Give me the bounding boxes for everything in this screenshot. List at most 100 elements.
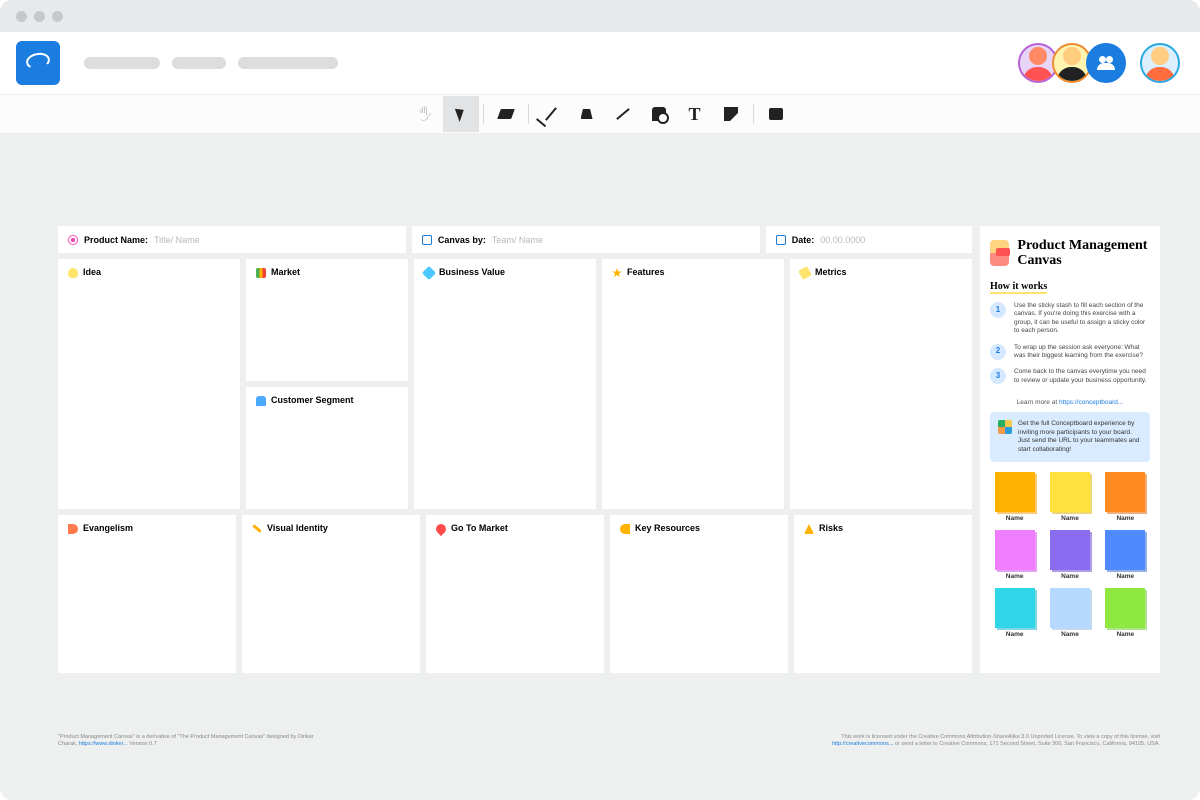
cell-market[interactable]: Market — [246, 259, 408, 381]
canvas-row-2: Evangelism Visual Identity Go To Market … — [58, 515, 972, 673]
key-icon — [620, 524, 630, 534]
people-small-icon — [256, 396, 266, 406]
sticky-4[interactable]: Name — [990, 530, 1039, 580]
sticky-7[interactable]: Name — [990, 588, 1039, 638]
pen-icon — [545, 107, 557, 121]
sticky-8[interactable]: Name — [1045, 588, 1094, 638]
canvas-header-row: Product Name: Title/ Name Canvas by: Tea… — [58, 226, 972, 253]
sticky-6[interactable]: Name — [1101, 530, 1150, 580]
toolbar-divider — [528, 104, 529, 124]
gem-icon — [422, 266, 436, 280]
text-icon: T — [688, 104, 700, 125]
doc-icon — [422, 235, 432, 245]
tool-hand[interactable] — [407, 96, 443, 132]
eraser-icon — [497, 109, 515, 119]
tool-shape[interactable] — [641, 96, 677, 132]
cell-key-resources[interactable]: Key Resources — [610, 515, 788, 673]
line-icon — [616, 108, 630, 120]
shape-icon — [652, 107, 666, 121]
field-date[interactable]: Date: 00.00.0000 — [766, 226, 972, 253]
sparkle-icon — [68, 235, 78, 245]
window-close-dot[interactable] — [16, 11, 27, 22]
sticky-palette: Name Name Name Name Name Name Name Name … — [990, 472, 1150, 638]
footer-right-link[interactable]: http://creativecommons... — [832, 741, 893, 747]
window-min-dot[interactable] — [34, 11, 45, 22]
step-3: 3Come back to the canvas everytime you n… — [990, 368, 1150, 385]
cell-business-value[interactable]: Business Value — [414, 259, 596, 509]
warning-icon — [804, 524, 814, 534]
canvas-logo-icon — [990, 240, 1009, 266]
step-2: 2To wrap up the session ask everyone: Wh… — [990, 344, 1150, 361]
cell-metrics[interactable]: Metrics — [790, 259, 972, 509]
cell-customer-segment[interactable]: Customer Segment — [246, 387, 408, 509]
canvas-row-1: Idea Market Customer Segment Business Va… — [58, 259, 972, 509]
window-max-dot[interactable] — [52, 11, 63, 22]
field-product-name[interactable]: Product Name: Title/ Name — [58, 226, 406, 253]
app-header — [0, 32, 1200, 94]
sidebar-header: Product Management Canvas — [990, 238, 1150, 269]
calendar-icon — [776, 235, 786, 245]
step-1: 1Use the sticky stash to fill each secti… — [990, 302, 1150, 336]
cursor-icon — [454, 106, 466, 122]
pin-icon — [434, 522, 448, 536]
toolbar-divider — [483, 104, 484, 124]
cell-risks[interactable]: Risks — [794, 515, 972, 673]
how-it-works-heading: How it works — [990, 281, 1047, 294]
toolbar: T — [0, 94, 1200, 134]
cell-market-split: Market Customer Segment — [246, 259, 408, 509]
tool-eraser[interactable] — [488, 96, 524, 132]
title-bar — [0, 0, 1200, 32]
avatar-current-user[interactable] — [1140, 43, 1180, 83]
tool-pen[interactable] — [533, 96, 569, 132]
tool-text[interactable]: T — [677, 96, 713, 132]
sticky-9[interactable]: Name — [1101, 588, 1150, 638]
star-icon — [612, 268, 622, 278]
canvas-main: Product Name: Title/ Name Canvas by: Tea… — [58, 226, 972, 673]
app-logo[interactable] — [16, 41, 60, 85]
cell-go-to-market[interactable]: Go To Market — [426, 515, 604, 673]
learn-more-link[interactable]: https://conceptboard... — [1059, 399, 1123, 406]
hand-icon — [416, 105, 433, 123]
info-sidebar: Product Management Canvas How it works 1… — [980, 226, 1160, 673]
tool-select[interactable] — [443, 96, 479, 132]
promo-box: Get the full Conceptboard experience by … — [990, 412, 1150, 462]
cell-features[interactable]: Features — [602, 259, 784, 509]
crumb-2[interactable] — [172, 57, 226, 69]
collaborator-avatars — [1024, 43, 1180, 83]
sticky-1[interactable]: Name — [990, 472, 1039, 522]
tool-comment[interactable] — [758, 96, 794, 132]
cell-idea[interactable]: Idea — [58, 259, 240, 509]
crumb-3[interactable] — [238, 57, 338, 69]
tool-marker[interactable] — [569, 96, 605, 132]
tool-note[interactable] — [713, 96, 749, 132]
people-icon — [1097, 56, 1115, 70]
note-icon — [724, 107, 738, 121]
sticky-2[interactable]: Name — [1045, 472, 1094, 522]
tool-line[interactable] — [605, 96, 641, 132]
workspace[interactable]: Product Name: Title/ Name Canvas by: Tea… — [0, 134, 1200, 800]
brush-icon — [252, 524, 262, 533]
footer-attribution-left: "Product Management Canvas" is a derivat… — [58, 734, 318, 748]
crumb-1[interactable] — [84, 57, 160, 69]
learn-more: Learn more at https://conceptboard... — [990, 399, 1150, 406]
conceptboard-icon — [998, 420, 1012, 434]
ruler-icon — [798, 266, 812, 280]
comment-icon — [769, 108, 783, 120]
cell-visual-identity[interactable]: Visual Identity — [242, 515, 420, 673]
megaphone-icon — [68, 524, 78, 534]
sticky-5[interactable]: Name — [1045, 530, 1094, 580]
sticky-3[interactable]: Name — [1101, 472, 1150, 522]
window-frame: T Product Name: Title/ Name Canvas by: — [0, 0, 1200, 800]
bulb-icon — [68, 268, 78, 278]
field-canvas-by[interactable]: Canvas by: Team/ Name — [412, 226, 760, 253]
chart-icon — [256, 268, 266, 278]
marker-icon — [581, 109, 593, 119]
footer-left-link[interactable]: https://www.dinker... — [79, 741, 128, 747]
footer-attribution-right: This work is licensed under the Creative… — [820, 734, 1160, 748]
add-collaborator-button[interactable] — [1086, 43, 1126, 83]
sidebar-title: Product Management Canvas — [1017, 238, 1150, 269]
canvas-grid: Product Name: Title/ Name Canvas by: Tea… — [58, 226, 1160, 673]
toolbar-divider — [753, 104, 754, 124]
cell-evangelism[interactable]: Evangelism — [58, 515, 236, 673]
breadcrumb — [84, 57, 338, 69]
